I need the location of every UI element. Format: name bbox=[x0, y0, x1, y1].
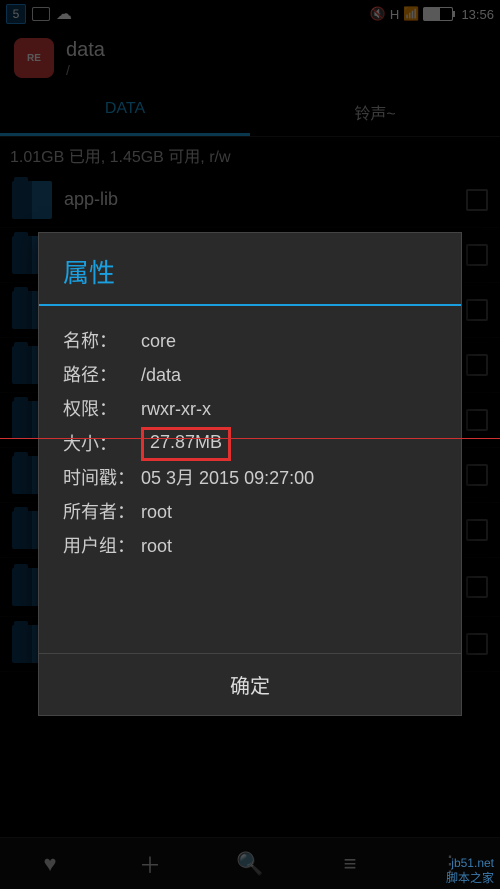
prop-label-perm: 权限： bbox=[63, 392, 141, 426]
prop-value-time: 05 3月 2015 09:27:00 bbox=[141, 461, 314, 495]
prop-label-name: 名称： bbox=[63, 324, 141, 358]
properties-dialog: 属性 名称：core 路径：/data 权限：rwxr-xr-x 大小：27.8… bbox=[38, 232, 462, 716]
prop-label-owner: 所有者： bbox=[63, 495, 141, 529]
annotation-line bbox=[0, 438, 500, 439]
prop-value-path: /data bbox=[141, 358, 181, 392]
watermark-text: 脚本之家 bbox=[446, 871, 494, 885]
dialog-body: 名称：core 路径：/data 权限：rwxr-xr-x 大小：27.87MB… bbox=[39, 306, 461, 653]
prop-label-group: 用户组： bbox=[63, 529, 141, 563]
prop-label-size: 大小： bbox=[63, 427, 141, 461]
dialog-title: 属性 bbox=[39, 233, 461, 306]
prop-label-path: 路径： bbox=[63, 358, 141, 392]
prop-value-group: root bbox=[141, 529, 172, 563]
prop-value-perm: rwxr-xr-x bbox=[141, 392, 211, 426]
prop-value-size: 27.87MB bbox=[141, 427, 231, 461]
prop-value-name: core bbox=[141, 324, 176, 358]
watermark: jb51.net 脚本之家 bbox=[446, 856, 494, 885]
watermark-url: jb51.net bbox=[446, 856, 494, 870]
ok-button[interactable]: 确定 bbox=[39, 653, 461, 715]
prop-label-time: 时间戳： bbox=[63, 461, 141, 495]
prop-value-owner: root bbox=[141, 495, 172, 529]
